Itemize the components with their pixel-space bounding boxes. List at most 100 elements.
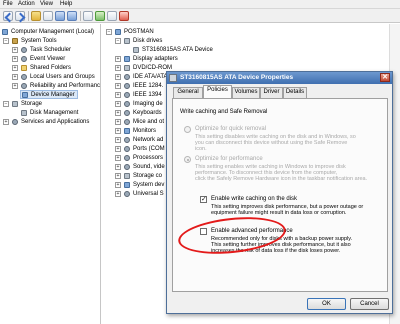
tab-policies[interactable]: Policies — [203, 85, 232, 99]
expand-icon[interactable]: + — [115, 164, 121, 170]
expand-icon[interactable]: + — [115, 182, 121, 188]
monitor-icon — [124, 128, 130, 134]
processor-icon — [124, 155, 130, 161]
collapse-icon[interactable]: − — [106, 29, 112, 35]
performance-radio[interactable] — [184, 156, 191, 163]
quick-removal-label: Optimize for quick removal — [195, 126, 267, 132]
collapse-icon[interactable]: − — [115, 38, 121, 44]
performance-label: Optimize for performance — [195, 156, 263, 162]
collapse-icon[interactable]: − — [3, 101, 9, 107]
users-icon — [21, 74, 27, 80]
tools-icon — [12, 38, 18, 44]
advanced-performance-desc-line: increases the risk of data loss if the d… — [211, 248, 341, 254]
expand-icon[interactable]: + — [115, 101, 121, 107]
device-manager-icon — [22, 92, 28, 98]
keyboard-icon — [124, 110, 130, 116]
ok-button[interactable]: OK — [307, 298, 346, 310]
port-icon — [124, 83, 130, 89]
write-caching-desc-line: equipment failure might result in data l… — [211, 210, 347, 216]
policies-panel: Write caching and Safe Removal Optimize … — [172, 98, 388, 292]
port-icon — [124, 146, 130, 152]
forward-icon[interactable] — [15, 11, 25, 21]
toolbar-separator — [28, 11, 29, 21]
toolbar — [0, 9, 400, 23]
collapse-icon[interactable]: − — [3, 38, 9, 44]
write-caching-checkbox[interactable] — [200, 195, 207, 203]
menu-help[interactable]: Help — [60, 1, 72, 7]
expand-icon[interactable]: + — [115, 56, 121, 62]
expand-icon[interactable]: + — [12, 65, 18, 71]
uninstall-icon[interactable] — [119, 11, 129, 21]
advanced-performance-checkbox[interactable] — [200, 228, 207, 235]
device-properties-dialog: ST3160815AS ATA Device Properties ✕ Gene… — [166, 71, 393, 314]
up-folder-icon[interactable] — [31, 11, 41, 21]
expand-icon[interactable]: + — [115, 173, 121, 179]
expand-icon[interactable]: + — [3, 119, 9, 125]
menu-bar: File Action View Help — [0, 0, 400, 9]
dialog-titlebar[interactable]: ST3160815AS ATA Device Properties ✕ — [167, 72, 392, 84]
camera-icon — [124, 101, 130, 107]
sound-icon — [124, 164, 130, 170]
storage-controller-icon — [124, 173, 130, 179]
expand-icon[interactable]: + — [12, 83, 18, 89]
toolbar-separator — [80, 11, 81, 21]
disk-drive-icon — [133, 47, 139, 53]
performance-icon — [21, 83, 27, 89]
menu-action[interactable]: Action — [18, 1, 35, 7]
expand-icon[interactable]: + — [115, 128, 121, 134]
expand-icon[interactable]: + — [115, 137, 121, 143]
computer-icon — [2, 29, 8, 35]
expand-icon[interactable]: + — [115, 83, 121, 89]
menu-view[interactable]: View — [40, 1, 53, 7]
expand-icon[interactable]: + — [115, 191, 121, 197]
usb-icon — [124, 191, 130, 197]
storage-icon — [12, 101, 18, 107]
cancel-button[interactable]: Cancel — [350, 298, 389, 310]
expand-icon[interactable]: + — [115, 155, 121, 161]
menu-file[interactable]: File — [3, 1, 13, 7]
tab-volumes[interactable]: Volumes — [232, 87, 260, 98]
expand-icon[interactable]: + — [12, 47, 18, 53]
close-icon[interactable]: ✕ — [380, 73, 390, 82]
system-device-icon — [124, 182, 130, 188]
computer-icon — [115, 29, 121, 35]
expand-icon[interactable]: + — [115, 110, 121, 116]
update-driver-icon[interactable] — [95, 11, 105, 21]
expand-icon[interactable]: + — [12, 56, 18, 62]
folder-icon — [21, 65, 27, 71]
firewire-icon — [124, 92, 130, 98]
quick-removal-radio[interactable] — [184, 126, 191, 133]
disk-drive-icon — [124, 38, 130, 44]
network-adapter-icon — [124, 137, 130, 143]
scan-hardware-icon[interactable] — [83, 11, 93, 21]
services-icon — [12, 119, 18, 125]
tree-device-manager[interactable]: Device Manager — [20, 90, 78, 99]
ide-controller-icon — [124, 74, 130, 80]
back-icon[interactable] — [3, 11, 13, 21]
tab-general[interactable]: General — [173, 87, 203, 98]
help-icon[interactable] — [67, 11, 77, 21]
quick-removal-desc-line: icon. — [195, 146, 207, 152]
expand-icon[interactable]: + — [12, 74, 18, 80]
performance-desc-line: click the Safely Remove Hardware icon in… — [195, 176, 368, 182]
mouse-icon — [124, 119, 130, 125]
dialog-title: ST3160815AS ATA Device Properties — [180, 74, 294, 81]
advanced-performance-label: Enable advanced performance — [211, 228, 293, 234]
expand-icon[interactable]: + — [115, 146, 121, 152]
expand-icon[interactable]: + — [115, 65, 121, 71]
dvd-drive-icon — [124, 65, 130, 71]
expand-icon[interactable]: + — [115, 74, 121, 80]
tab-driver[interactable]: Driver — [260, 87, 283, 98]
tab-details[interactable]: Details — [283, 87, 307, 98]
disk-icon — [21, 110, 27, 116]
disable-device-icon[interactable] — [107, 11, 117, 21]
expand-icon[interactable]: + — [115, 119, 121, 125]
event-viewer-icon — [21, 56, 27, 62]
display-adapter-icon — [124, 56, 130, 62]
clock-icon — [21, 47, 27, 53]
properties-icon[interactable] — [55, 11, 65, 21]
expand-icon[interactable]: + — [115, 92, 121, 98]
console-tree: Computer Management (Local) − System Too… — [0, 24, 101, 324]
show-hide-tree-icon[interactable] — [43, 11, 53, 21]
disk-drive-icon — [169, 74, 177, 82]
